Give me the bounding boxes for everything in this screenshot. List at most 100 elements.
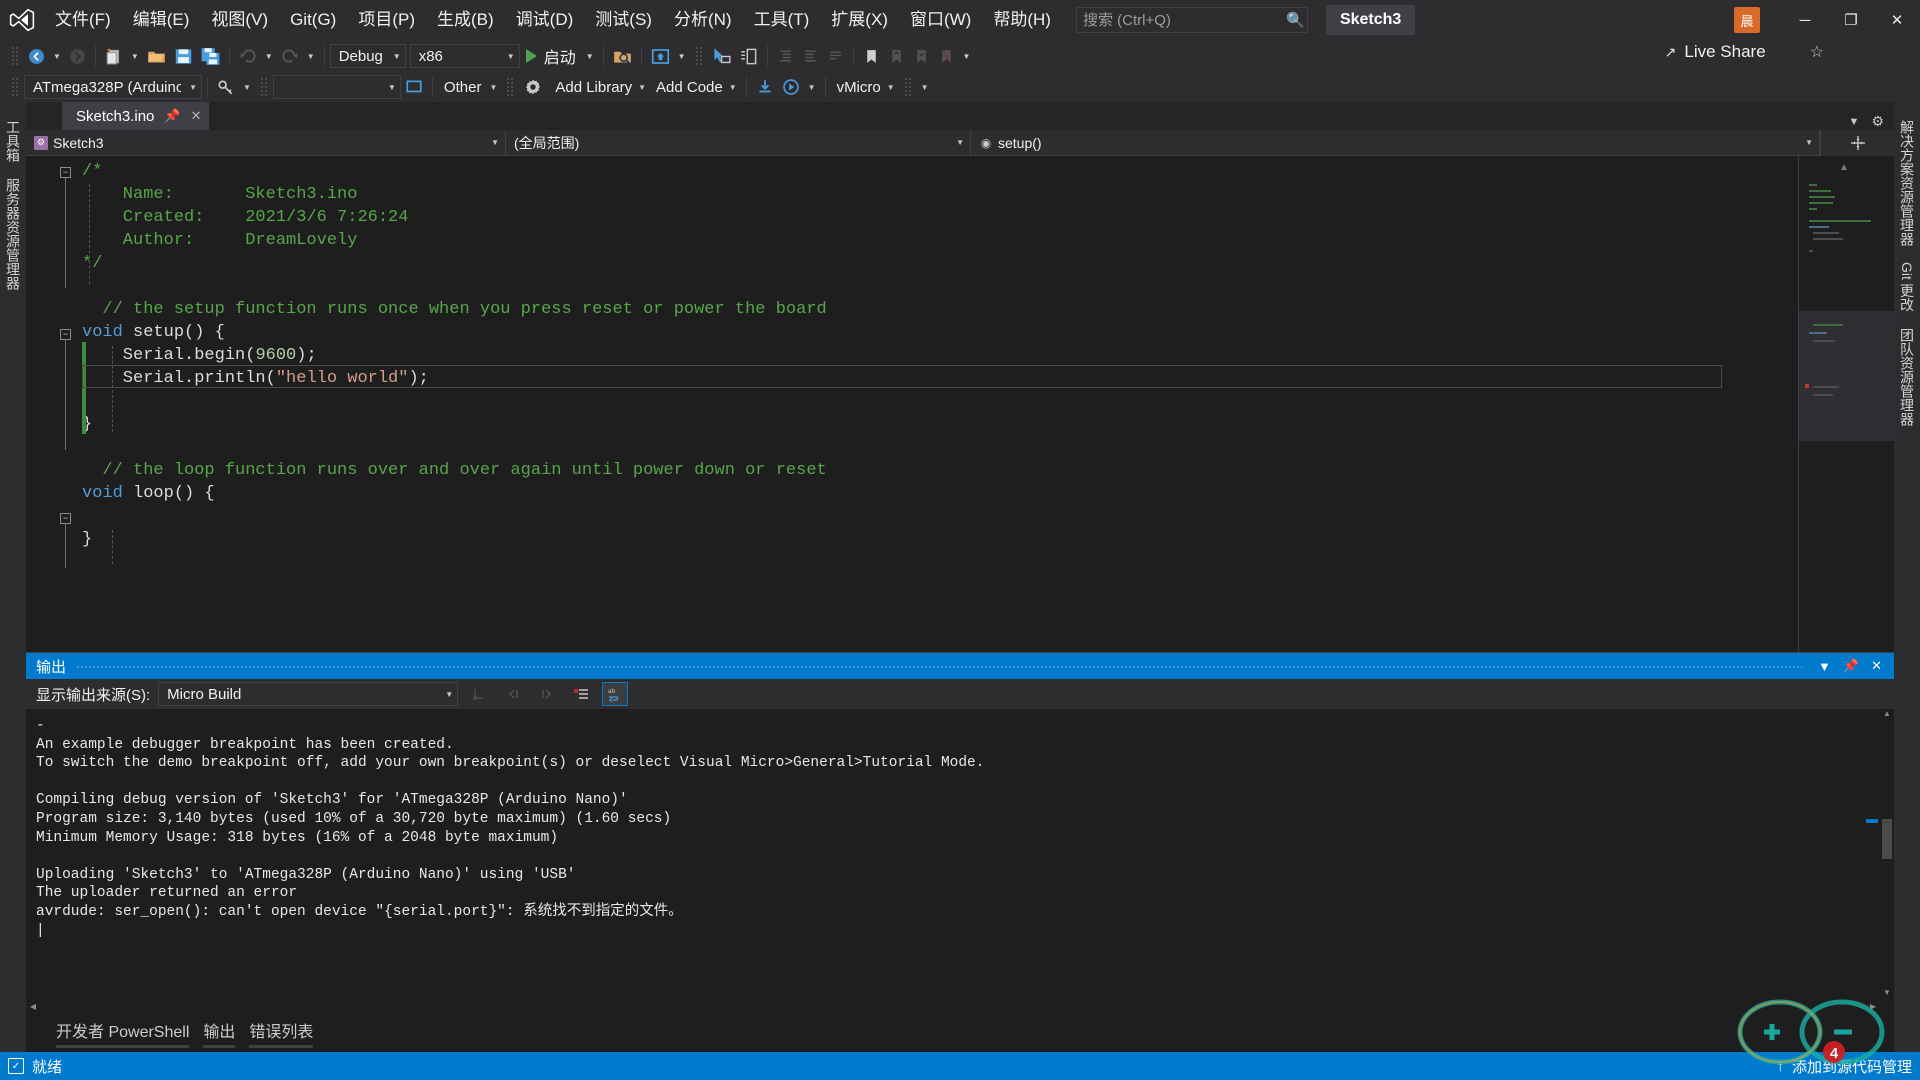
save-button[interactable] <box>170 43 197 69</box>
output-text-container[interactable]: - An example debugger breakpoint has bee… <box>26 709 1894 1016</box>
fold-margin[interactable]: − − − <box>60 156 82 652</box>
output-panel-dropdown-icon[interactable]: ▼ <box>1812 659 1837 674</box>
add-code-dropdown-icon[interactable]: ▼ <box>725 83 741 92</box>
fold-toggle-comment[interactable]: − <box>60 167 71 178</box>
start-debug-dropdown-icon[interactable]: ▼ <box>582 52 598 61</box>
feedback-icon[interactable]: ☆ <box>1810 42 1824 62</box>
key-dropdown-icon[interactable]: ▼ <box>239 83 255 92</box>
status-source-control-text[interactable]: 添加到源代码管理 <box>1792 1056 1912 1077</box>
port-selector-combo[interactable]: ▼ <box>272 75 401 99</box>
dock-tab-server-explorer[interactable]: 服务器资源管理器 <box>0 170 27 298</box>
output-source-combo[interactable]: Micro Build ▼ <box>158 682 459 706</box>
navbar-project-combo[interactable]: ⚙ Sketch3 ▼ <box>26 130 506 155</box>
toolbar-overflow-icon[interactable]: ▼ <box>959 52 975 61</box>
board-selector-combo[interactable]: ATmega328P (Arduino ▼ <box>24 75 202 99</box>
output-horizontal-scrollbar[interactable]: ◀ ▶ <box>26 1002 1880 1016</box>
scroll-right-arrow-icon[interactable]: ▶ <box>1866 1002 1880 1016</box>
undo-dropdown-icon[interactable]: ▼ <box>261 52 277 61</box>
dock-tab-solution-explorer[interactable]: 解决方案资源管理器 <box>1893 112 1920 254</box>
word-wrap-icon[interactable]: ab <box>602 682 629 706</box>
menu-edit[interactable]: 编辑(E) <box>122 0 201 40</box>
solution-configuration-combo[interactable]: Debug ▼ <box>329 44 406 68</box>
scroll-left-arrow-icon[interactable]: ◀ <box>26 1002 40 1016</box>
menu-project[interactable]: 项目(P) <box>347 0 426 40</box>
menu-test[interactable]: 测试(S) <box>584 0 663 40</box>
start-window-dropdown-icon[interactable]: ▼ <box>674 52 690 61</box>
bookmark-prev-button[interactable] <box>884 43 909 69</box>
scroll-thumb[interactable] <box>1882 819 1892 859</box>
tab-output[interactable]: 输出 <box>203 1018 236 1050</box>
menu-tools[interactable]: 工具(T) <box>743 0 821 40</box>
bookmark-button[interactable] <box>859 43 884 69</box>
attach-to-process-button[interactable] <box>609 43 636 69</box>
clear-all-icon[interactable] <box>568 682 594 706</box>
account-avatar[interactable]: 晨 <box>1734 7 1760 33</box>
close-icon[interactable]: ✕ <box>191 108 202 124</box>
minimap[interactable]: ▲ <box>1798 156 1894 652</box>
output-panel-dock-icon[interactable]: 📌 <box>1837 658 1865 674</box>
tab-developer-powershell[interactable]: 开发者 PowerShell <box>56 1018 190 1050</box>
outdent-button[interactable] <box>798 43 823 69</box>
tab-list-dropdown-icon[interactable]: ▼ <box>1849 116 1860 128</box>
dock-tab-team-explorer[interactable]: 团队资源管理器 <box>1893 320 1920 434</box>
close-button[interactable]: ✕ <box>1874 0 1920 40</box>
other-combo-label[interactable]: Other <box>444 79 482 96</box>
document-tab-sketch3[interactable]: Sketch3.ino 📌 ✕ <box>62 102 210 130</box>
add-library-button[interactable]: Add Library <box>553 79 634 96</box>
redo-button[interactable] <box>277 43 303 69</box>
live-share-label[interactable]: Live Share <box>1684 42 1765 62</box>
add-code-button[interactable]: Add Code <box>654 79 725 96</box>
fold-toggle-loop[interactable]: − <box>60 513 71 524</box>
toolbar2-overflow-icon[interactable]: ▼ <box>917 83 933 92</box>
menu-extensions[interactable]: 扩展(X) <box>820 0 899 40</box>
save-all-button[interactable] <box>197 43 224 69</box>
menu-file[interactable]: 文件(F) <box>44 0 122 40</box>
new-project-dropdown-icon[interactable]: ▼ <box>127 52 143 61</box>
start-window-button[interactable] <box>647 43 674 69</box>
menu-window[interactable]: 窗口(W) <box>899 0 982 40</box>
navbar-member-combo[interactable]: ◉ setup() ▼ <box>971 130 1820 155</box>
prev-message-icon[interactable] <box>500 682 526 706</box>
menu-build[interactable]: 生成(B) <box>426 0 505 40</box>
debug-run-button[interactable] <box>778 74 804 100</box>
settings-gear-icon[interactable]: ⚙ <box>1871 113 1884 130</box>
comment-selection-button[interactable] <box>823 43 848 69</box>
undo-button[interactable] <box>235 43 261 69</box>
pointer-select-button[interactable] <box>708 43 735 69</box>
search-input[interactable] <box>1082 11 1282 29</box>
indent-button[interactable] <box>773 43 798 69</box>
menu-help[interactable]: 帮助(H) <box>982 0 1062 40</box>
toolbar-grip-4[interactable] <box>259 77 268 97</box>
pin-icon[interactable]: 📌 <box>164 108 180 124</box>
toolbar-grip-6[interactable] <box>903 77 912 97</box>
serial-monitor-button[interactable] <box>401 74 427 100</box>
vmicro-dropdown-icon[interactable]: ▼ <box>883 83 899 92</box>
scroll-up-arrow-icon[interactable]: ▲ <box>1880 709 1894 723</box>
menu-analyze[interactable]: 分析(N) <box>663 0 743 40</box>
solution-platform-combo[interactable]: x86 ▼ <box>409 44 520 68</box>
toolbar-grip[interactable] <box>11 46 19 66</box>
status-right[interactable]: ↑ 添加到源代码管理 <box>1776 1056 1912 1077</box>
bookmark-clear-button[interactable] <box>934 43 959 69</box>
navigate-backward-dropdown-icon[interactable]: ▼ <box>49 52 65 61</box>
fold-toggle-setup[interactable]: − <box>60 329 71 340</box>
quick-launch-search[interactable]: 🔍 <box>1075 7 1308 33</box>
start-debug-button[interactable]: 启动 <box>520 43 582 69</box>
dock-tab-toolbox[interactable]: 工具箱 <box>0 112 27 170</box>
bookmark-next-button[interactable] <box>909 43 934 69</box>
gear-icon[interactable] <box>519 74 547 100</box>
maximize-button[interactable]: ❐ <box>1828 0 1874 40</box>
output-panel-dragbar[interactable] <box>76 653 1803 679</box>
key-icon[interactable] <box>213 74 239 100</box>
code-editor[interactable]: − − − /* Name: Sketch3.ino Created: 2021… <box>26 156 1894 738</box>
code-text-area[interactable]: /* Name: Sketch3.ino Created: 2021/3/6 7… <box>82 156 1798 652</box>
toolbar-grip-3[interactable] <box>11 77 19 97</box>
open-file-button[interactable] <box>143 43 170 69</box>
minimize-button[interactable]: ─ <box>1782 0 1828 40</box>
minimap-viewport[interactable] <box>1799 311 1894 441</box>
redo-dropdown-icon[interactable]: ▼ <box>303 52 319 61</box>
output-panel-close-icon[interactable]: ✕ <box>1865 658 1888 674</box>
vmicro-menu-button[interactable]: vMicro <box>835 79 883 96</box>
debug-run-dropdown-icon[interactable]: ▼ <box>804 83 820 92</box>
navbar-scope-combo[interactable]: (全局范围) ▼ <box>506 130 971 155</box>
